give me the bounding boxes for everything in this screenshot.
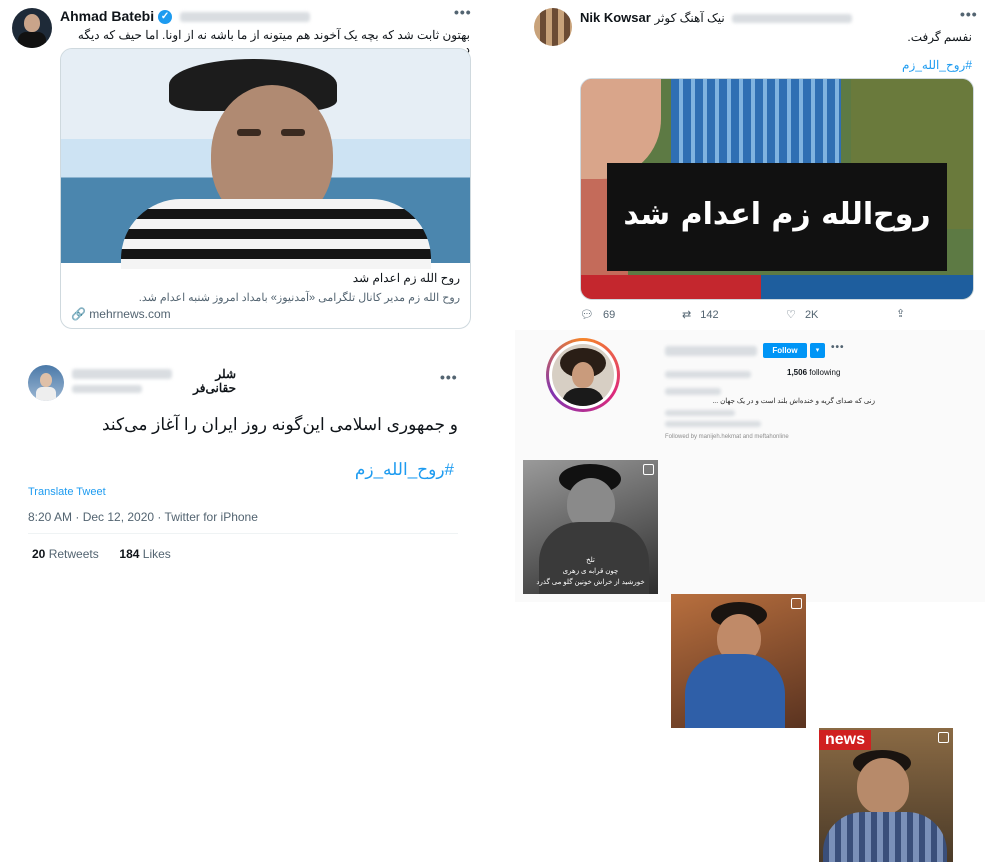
likes-label[interactable]: Likes [143,547,171,561]
post-badge-icon [791,598,802,609]
tweet-text: و جمهوری اسلامی این‌گونه روز ایران را آغ… [102,415,458,434]
reply-count: 69 [603,309,616,321]
share-button[interactable]: ⇪ [896,307,905,320]
share-icon: ⇪ [896,308,906,320]
blurred-handle [732,14,853,24]
profile-bio: زنی که صدای گریه و خنده‌اش بلند است و در… [712,398,875,405]
blurred-bio-line [665,410,735,416]
card-description: روح الله زم مدیر کانال تلگرامی «آمدنیوز»… [138,292,460,304]
followed-by[interactable]: Followed by manijeh.hekmat and meftahonl… [665,434,789,440]
image-caption: روح‌الله زم اعدام شد [623,197,931,232]
hashtag-link[interactable]: #روح_الله_زم [218,460,454,480]
link-icon: 🔗 [71,307,86,321]
retweets-label[interactable]: Retweets [49,547,99,561]
timestamp[interactable]: 8:20 AM · Dec 12, 2020 · Twitter for iPh… [28,510,258,524]
blurred-fullname [665,388,721,395]
author-name[interactable]: Ahmad Batebi [60,8,154,24]
reply-icon: 💬︎ [580,309,594,321]
post-caption-1: تلخ [586,557,595,564]
retweet-icon: ⇄ [682,309,692,321]
tweet-image[interactable]: روح‌الله زم اعدام شد [580,78,974,300]
post-caption-2: چون قرابه ی زهری [562,568,619,575]
retweet-button[interactable]: ⇄ 142 [682,308,719,321]
tweet-ahmad-batebi: Ahmad Batebi ✓ ••• بهتون ثابت شد که بچه … [0,0,482,335]
translate-link[interactable]: Translate Tweet [28,486,106,498]
more-icon[interactable]: ••• [960,6,978,22]
author-name-en[interactable]: Nik Kowsar [580,10,651,25]
card-image [61,49,470,269]
heart-icon: ♡ [786,309,796,321]
author-name[interactable]: نیک آهنگ کوثر [654,11,724,25]
author-name[interactable]: شلر حقانی‌فر [174,367,236,395]
likes-count[interactable]: 184 [119,547,139,561]
avatar[interactable] [534,8,572,46]
profile-avatar[interactable] [546,338,620,412]
dropdown-button[interactable]: ▾ [810,343,825,358]
hashtag-link[interactable]: #روح_الله_زم [580,58,972,72]
news-logo: news [819,730,872,750]
blurred-bio-line [665,421,761,427]
link-card[interactable]: روح الله زم اعدام شد روح الله زم مدیر کا… [60,48,471,329]
follow-button[interactable]: Follow [763,343,807,358]
more-icon[interactable]: ••• [440,369,458,385]
blurred-stats [665,371,751,378]
engagement-stats: 20 Retweets 184 Likes [32,547,171,561]
tweet-actions: 💬︎ 69 ⇄ 142 ♡ 2K ⇪ [580,308,972,324]
like-count: 2K [804,309,819,321]
more-icon[interactable]: ••• [831,342,845,353]
post-tile[interactable]: news [819,728,953,862]
blurred-username [665,346,757,356]
verified-icon: ✓ [158,10,173,25]
avatar[interactable] [12,8,52,48]
tweet-shler: شلر حقانی‌فر ••• و جمهوری اسلامی این‌گون… [18,355,468,565]
avatar[interactable] [28,365,64,401]
image-caption-box: روح‌الله زم اعدام شد [607,163,947,271]
like-button[interactable]: ♡ 2K [786,308,818,321]
post-tile[interactable]: تلخ چون قرابه ی زهری خورشید از خراش خونی… [523,460,658,594]
post-badge-icon [643,464,654,475]
post-tile[interactable] [671,594,806,728]
reply-button[interactable]: 💬︎ 69 [580,308,615,321]
blurred-handle [179,12,310,23]
post-badge-icon [938,732,949,743]
retweets-count[interactable]: 20 [32,547,45,561]
divider [28,533,458,534]
instagram-profile: Follow ▾ ••• 1,506 following زنی که صدای… [515,330,985,862]
following-count[interactable]: 1,506 [787,368,807,377]
tweet-text: نفسم گرفت. [907,30,972,44]
card-title: روح الله زم اعدام شد [352,271,460,285]
post-caption-3: خورشید از خراش خونین گلو می گذرد [536,579,645,586]
card-domain: mehrnews.com [89,307,171,321]
retweet-count: 142 [700,309,719,321]
blurred-username [72,369,172,379]
tweet-nik-kowsar: Nik Kowsar نیک آهنگ کوثر ••• نفسم گرفت. … [520,0,997,325]
more-icon[interactable]: ••• [454,4,472,20]
following-label[interactable]: following [809,368,840,377]
blurred-handle [72,385,142,393]
